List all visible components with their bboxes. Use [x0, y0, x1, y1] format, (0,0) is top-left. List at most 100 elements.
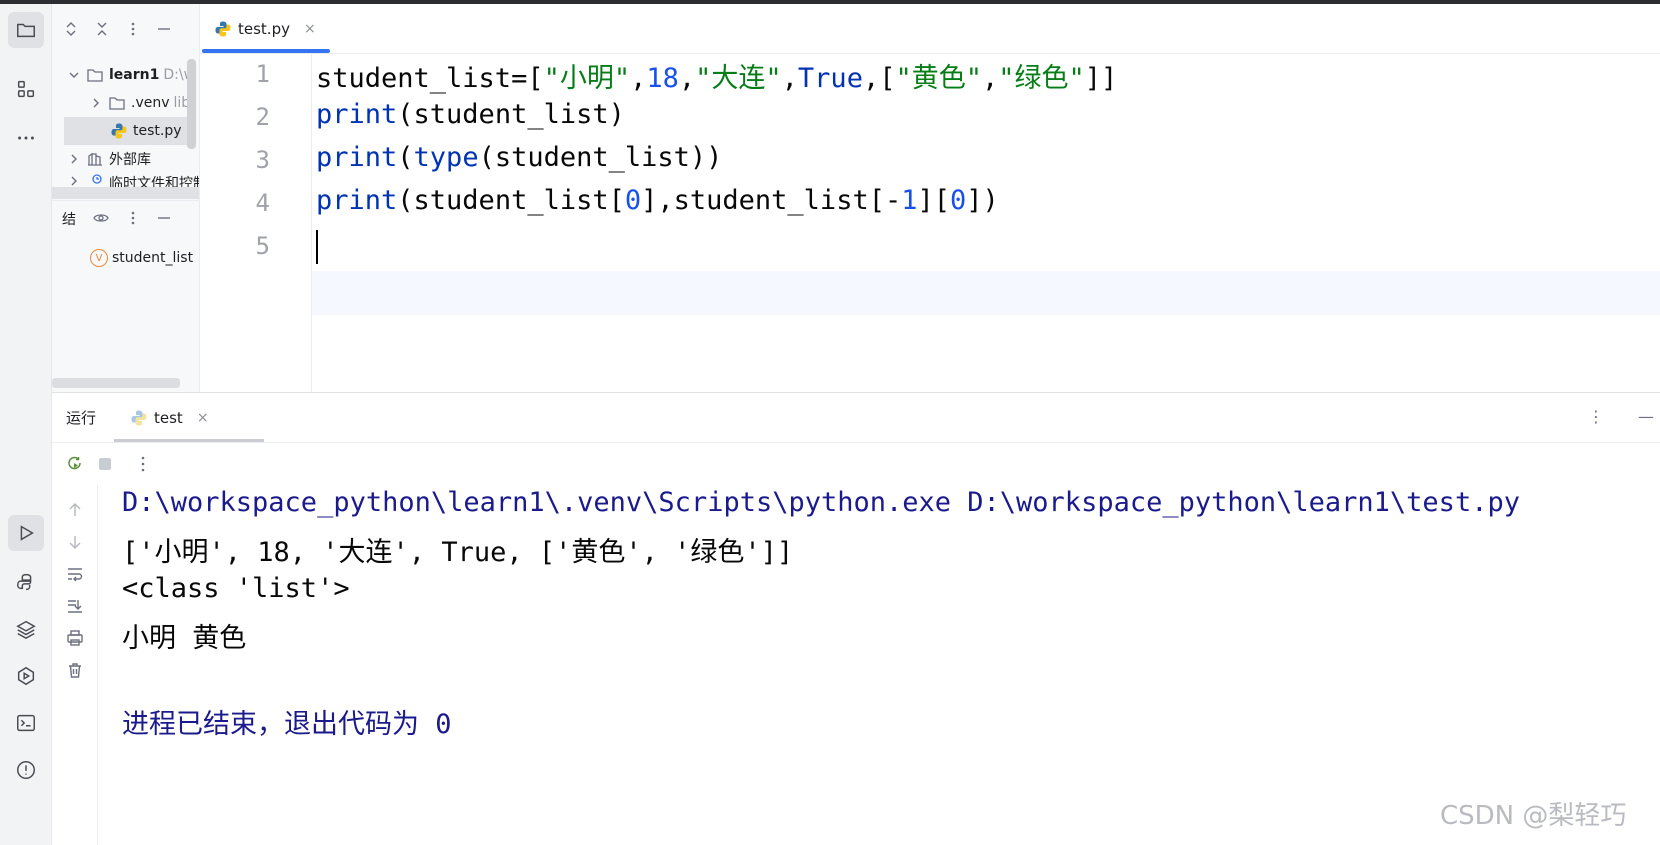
tab-label: test.py: [238, 20, 290, 38]
code-token: ][: [917, 185, 950, 216]
code-token: 0: [950, 185, 967, 216]
code-token: 0: [624, 185, 642, 216]
tool-window-strip: [0, 4, 52, 845]
terminal-icon[interactable]: [8, 705, 44, 741]
structure-item-student-list[interactable]: V student_list: [90, 244, 193, 272]
tab-test-py[interactable]: test.py ×: [200, 4, 334, 54]
code-token: "绿色": [998, 63, 1085, 94]
run-tab-label: test: [154, 409, 183, 427]
eye-icon[interactable]: [92, 209, 110, 227]
more-tools-icon[interactable]: [8, 120, 44, 156]
stop-icon[interactable]: [94, 453, 116, 475]
current-line-highlight: [312, 271, 1660, 315]
code-token: ]]: [1084, 63, 1118, 94]
code-token: "黄色": [895, 63, 982, 94]
scroll-to-end-icon[interactable]: [64, 595, 86, 617]
trash-icon[interactable]: [64, 659, 86, 681]
code-token: print: [316, 142, 398, 173]
services-icon[interactable]: [8, 658, 44, 694]
collapse-all-icon[interactable]: [93, 20, 111, 38]
run-panel-title: 运行: [66, 409, 97, 427]
tree-item-learn1[interactable]: learn1 D:\w: [66, 61, 195, 89]
code-line: print(student_list): [316, 99, 625, 130]
tree-item-test-py[interactable]: test.py: [64, 117, 190, 145]
more-options-icon[interactable]: [132, 453, 154, 475]
hide-panel-icon[interactable]: [155, 20, 173, 38]
tree-item-venv[interactable]: .venv lib: [88, 89, 190, 117]
print-icon[interactable]: [64, 627, 86, 649]
project-scrollbar[interactable]: [187, 59, 196, 149]
tree-item-label: 外部库: [109, 152, 151, 168]
code-token: (student_list)): [478, 142, 723, 173]
code-editor[interactable]: 1 2 3 4 5 student_list=["小明",18,"大连",Tru…: [200, 54, 1660, 392]
run-tool-icon[interactable]: [8, 515, 44, 551]
code-token: student_list=[: [316, 63, 544, 94]
line-number: 1: [255, 60, 270, 88]
close-run-tab-icon[interactable]: ×: [197, 410, 209, 426]
structure-panel-header: 结: [52, 200, 199, 236]
console-output[interactable]: D:\workspace_python\learn1\.venv\Scripts…: [122, 485, 1520, 740]
options-icon[interactable]: [124, 20, 142, 38]
tree-item-label: test.py: [133, 123, 182, 139]
tree-item-label: .venv: [131, 95, 170, 111]
line-number: 3: [255, 146, 270, 174]
run-toolbar: [52, 443, 1660, 485]
expand-all-icon[interactable]: [62, 20, 80, 38]
python-file-icon: [214, 20, 232, 38]
code-token: ,: [678, 63, 696, 94]
project-panel-header: [52, 4, 199, 54]
python-console-icon[interactable]: [8, 564, 44, 600]
code-token: True: [797, 63, 863, 94]
structure-icon[interactable]: [8, 71, 44, 107]
options-icon[interactable]: [124, 209, 142, 227]
structure-hscrollbar[interactable]: [52, 378, 180, 388]
console-line: 小明 黄色: [122, 623, 247, 654]
console-sidebar: [52, 485, 98, 845]
chevron-down-icon[interactable]: [66, 67, 82, 83]
code-line: student_list=["小明",18,"大连",True,["黄色","绿…: [316, 56, 1117, 95]
code-token: "小明": [543, 63, 631, 94]
hide-panel-icon[interactable]: [155, 209, 173, 227]
tree-item-label: learn1: [109, 67, 160, 83]
line-number-gutter: 1 2 3 4 5: [200, 54, 312, 392]
layers-icon[interactable]: [8, 611, 44, 647]
folder-icon: [108, 94, 126, 112]
tree-item-external-libraries[interactable]: 外部库: [66, 145, 151, 173]
soft-wrap-icon[interactable]: [64, 563, 86, 585]
chevron-right-icon[interactable]: [66, 151, 82, 167]
code-token: ],student_list[-: [641, 185, 902, 216]
watermark: CSDN @梨轻巧: [1440, 801, 1627, 831]
code-token: ,: [630, 63, 647, 94]
active-tab-indicator: [202, 49, 330, 53]
library-icon: [86, 150, 104, 168]
run-minimize-icon[interactable]: —: [1638, 407, 1654, 426]
problems-icon[interactable]: [8, 752, 44, 788]
run-panel-header: 运行 test × ⋮ —: [52, 393, 1660, 443]
run-options-icon[interactable]: ⋮: [1588, 407, 1604, 426]
code-token: print: [316, 99, 398, 130]
run-tab-indicator: [114, 439, 264, 442]
code-line: print(student_list[0],student_list[-1][0…: [316, 185, 999, 216]
code-token: (student_list[: [397, 185, 625, 216]
rerun-icon[interactable]: [64, 453, 86, 475]
code-token: (student_list): [397, 99, 625, 130]
arrow-up-icon[interactable]: [64, 499, 86, 521]
run-tab-test[interactable]: test ×: [118, 393, 268, 443]
project-hscrollbar[interactable]: [52, 187, 199, 199]
project-folder-icon[interactable]: [8, 12, 44, 48]
code-token: ,[: [862, 63, 896, 94]
line-number: 5: [255, 232, 270, 260]
close-tab-icon[interactable]: ×: [304, 21, 316, 37]
project-panel: learn1 D:\w .venv lib test.py 外部库 临时文件和控…: [52, 4, 200, 392]
code-token: "大连": [695, 63, 782, 94]
code-token: 1: [901, 185, 918, 216]
code-token: (: [397, 142, 414, 173]
console-line: <class 'list'>: [122, 573, 350, 604]
arrow-down-icon[interactable]: [64, 531, 86, 553]
chevron-right-icon[interactable]: [88, 95, 104, 111]
code-token: ,: [781, 63, 798, 94]
code-token: print: [316, 185, 398, 216]
python-file-icon: [110, 122, 128, 140]
variable-badge-icon: V: [90, 249, 108, 267]
code-token: type: [413, 142, 479, 173]
